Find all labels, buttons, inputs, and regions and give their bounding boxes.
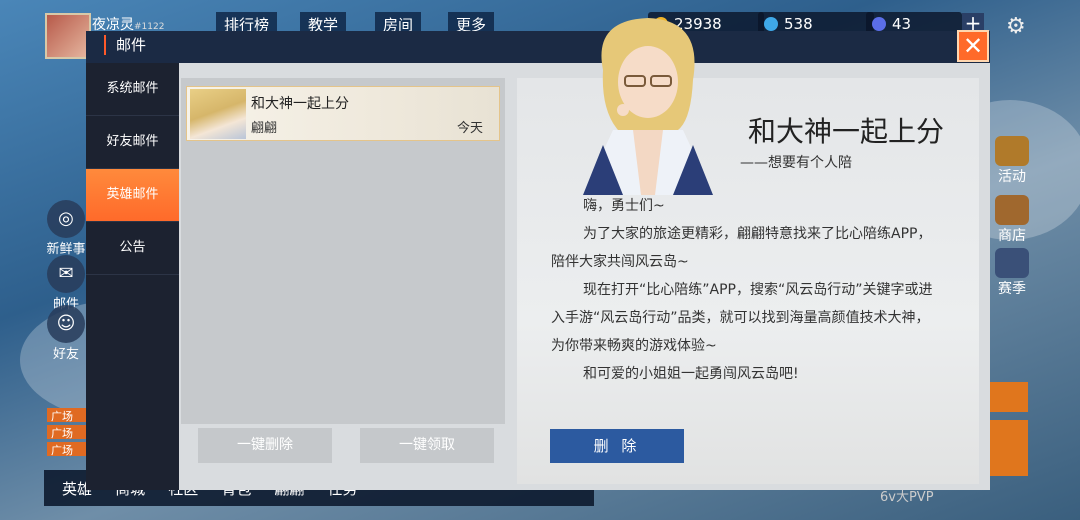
tab-hero-mail[interactable]: 英雄邮件 [86,169,179,222]
season-icon [995,248,1029,278]
news-icon: ◎ [47,200,85,238]
activity-button[interactable]: 活动 [992,136,1032,186]
close-icon[interactable]: ✕ [957,30,989,62]
mail-button[interactable]: ✉邮件 [44,255,88,312]
sender-avatar [190,89,246,139]
detail-paragraph: 嗨，勇士们~ [583,198,665,214]
modal-header [86,31,990,63]
chat-tag: 广场 [47,408,91,423]
mail-tabs: 系统邮件 好友邮件 英雄邮件 公告 [86,63,179,490]
gift-icon [995,136,1029,166]
mail-icon: ✉ [47,255,85,293]
gem-icon [764,17,778,31]
claim-all-button[interactable]: 一键领取 [360,428,494,463]
friends-icon: ☺ [47,305,85,343]
shop-button[interactable]: 商店 [992,195,1032,245]
delete-button[interactable]: 删 除 [550,429,684,463]
detail-subtitle: ——想要有个人陪 [740,155,852,171]
chat-tag: 广场 [47,442,91,457]
mail-item-sender: 翩翩 [251,121,278,136]
season-button[interactable]: 赛季 [992,248,1032,298]
detail-paragraph: 和可爱的小姐姐一起勇闯风云岛吧! [583,366,799,382]
shop-icon [995,195,1029,225]
mail-item-date: 今天 [457,121,484,136]
chat-area[interactable]: 广场 广场 广场 [47,408,91,459]
modal-title: 邮件 [104,35,146,55]
tab-system-mail[interactable]: 系统邮件 [86,63,179,116]
side-orange-panel [988,382,1028,412]
detail-body: 嗨，勇士们~ 为了大家的旅途更精彩，翩翩特意找来了比心陪练APP，陪伴大家共闯风… [551,192,941,388]
chat-tag: 广场 [47,425,91,440]
side-orange-panel [988,420,1028,476]
mail-list-item[interactable]: 和大神一起上分 翩翩 今天 [186,86,500,141]
player-avatar[interactable] [45,13,91,59]
mail-item-title: 和大神一起上分 [251,96,349,112]
tab-announcement[interactable]: 公告 [86,222,179,275]
tab-friend-mail[interactable]: 好友邮件 [86,116,179,169]
friends-button[interactable]: ☺ 好友 [44,305,88,362]
detail-paragraph: 现在打开“比心陪练”APP，搜索“风云岛行动”关键字或进入手游“风云岛行动”品类… [551,282,933,354]
gear-icon[interactable]: ⚙ [1006,14,1026,39]
delete-all-button[interactable]: 一键删除 [198,428,332,463]
ticket-icon [872,17,886,31]
hero-portrait [583,18,713,195]
news-button[interactable]: ◎ 新鲜事 [44,200,88,257]
detail-paragraph: 为了大家的旅途更精彩，翩翩特意找来了比心陪练APP，陪伴大家共闯风云岛~ [551,226,932,270]
detail-title: 和大神一起上分 [748,115,945,148]
